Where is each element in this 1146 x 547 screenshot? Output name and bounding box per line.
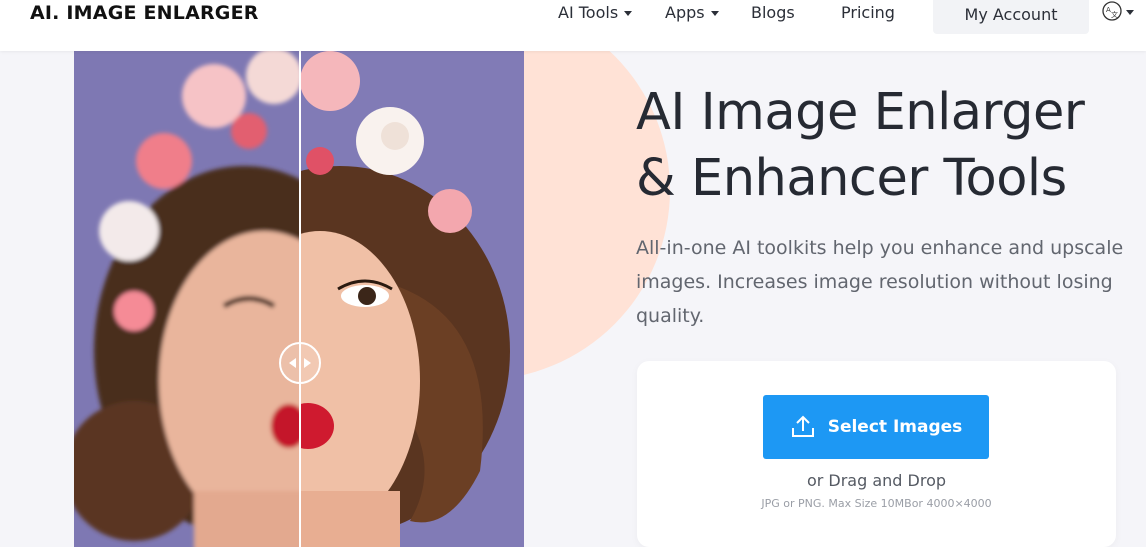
language-icon: A 文 <box>1102 1 1122 21</box>
nav-pricing-label: Pricing <box>841 3 895 22</box>
nav-ai-tools-label: AI Tools <box>558 3 619 22</box>
page-title-line1: AI Image Enlarger <box>636 83 1085 142</box>
language-selector[interactable]: A 文 <box>1101 0 1134 22</box>
comparison-handle[interactable] <box>279 342 321 384</box>
site-logo[interactable]: AI. IMAGE ENLARGER <box>30 2 259 24</box>
select-images-button[interactable]: Select Images <box>763 395 989 459</box>
file-limits-text: JPG or PNG. Max Size 10MBor 4000×4000 <box>761 497 992 510</box>
chevron-down-icon <box>1126 9 1134 15</box>
before-image <box>74 51 300 547</box>
before-after-image[interactable] <box>74 51 524 547</box>
select-images-label: Select Images <box>827 417 963 437</box>
my-account-button[interactable]: My Account <box>933 0 1089 34</box>
drag-drop-text: or Drag and Drop <box>806 471 947 490</box>
upload-icon <box>791 415 814 437</box>
arrows-left-right-icon <box>289 358 311 368</box>
nav-pricing[interactable]: Pricing <box>841 3 895 22</box>
upload-card[interactable]: Select Images or Drag and Drop JPG or PN… <box>637 361 1116 547</box>
nav-blogs[interactable]: Blogs <box>751 3 795 22</box>
page-title-line2: & Enhancer Tools <box>636 149 1067 208</box>
svg-text:文: 文 <box>1111 10 1118 19</box>
nav-apps[interactable]: Apps <box>665 3 719 22</box>
nav-ai-tools[interactable]: AI Tools <box>558 3 633 22</box>
nav-blogs-label: Blogs <box>751 3 795 22</box>
chevron-down-icon <box>710 11 719 16</box>
comparison-divider[interactable] <box>299 51 301 547</box>
after-image <box>300 51 524 547</box>
nav-apps-label: Apps <box>665 3 705 22</box>
top-navbar: AI. IMAGE ENLARGER AI Tools Apps Blogs P… <box>0 0 1146 51</box>
chevron-down-icon <box>624 11 633 16</box>
page-title: AI Image Enlarger & Enhancer Tools <box>636 80 1146 212</box>
page-description: All-in-one AI toolkits help you enhance … <box>636 237 1124 327</box>
